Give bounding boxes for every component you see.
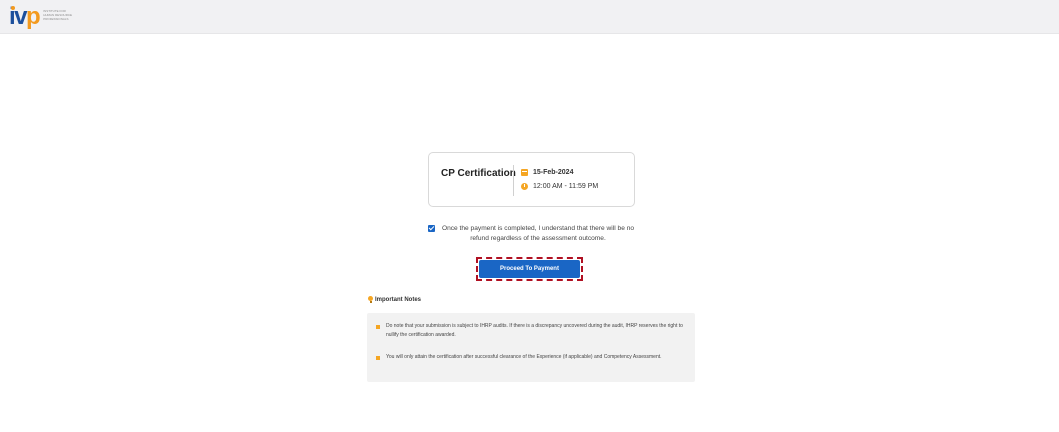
event-title: CP Certification: [441, 168, 516, 179]
note-bullet: [376, 355, 380, 360]
event-time-row: 12:00 AM - 11:59 PM: [521, 183, 598, 190]
proceed-to-payment-button[interactable]: Proceed To Payment: [479, 260, 580, 278]
important-notes-box: Do note that your submission is subject …: [367, 313, 695, 382]
top-header: ivp INSTITUTE FOR HUMAN RESOURCE PROFESS…: [0, 0, 1059, 34]
agreement-checkbox[interactable]: [428, 225, 435, 232]
important-notes-heading: Important Notes: [368, 296, 421, 303]
event-date: 15-Feb-2024: [533, 169, 574, 176]
note-item: Do note that your submission is subject …: [376, 322, 688, 340]
ihrp-logo[interactable]: ivp INSTITUTE FOR HUMAN RESOURCE PROFESS…: [9, 3, 72, 30]
event-card: CP Certification 15-Feb-2024 12:00 AM - …: [428, 152, 635, 207]
event-divider: [513, 165, 514, 196]
calendar-icon: [521, 169, 528, 176]
event-date-row: 15-Feb-2024: [521, 169, 573, 176]
logo-text-line: PROFESSIONALS: [43, 16, 69, 21]
note-text: Do note that your submission is subject …: [386, 323, 683, 338]
refund-agreement: Once the payment is completed, I underst…: [428, 224, 638, 243]
logo-dot: [11, 6, 15, 10]
note-item: You will only attain the certification a…: [376, 353, 688, 362]
clock-icon: [521, 183, 528, 190]
proceed-button-highlight: Proceed To Payment: [476, 257, 583, 281]
event-time: 12:00 AM - 11:59 PM: [533, 183, 599, 190]
page: ivp INSTITUTE FOR HUMAN RESOURCE PROFESS…: [0, 0, 1059, 432]
logo-mark-right: p: [26, 3, 41, 30]
lightbulb-icon: [368, 296, 373, 303]
note-text: You will only attain the certification a…: [386, 354, 662, 360]
important-notes-title: Important Notes: [375, 296, 422, 303]
agreement-text: Once the payment is completed, I underst…: [441, 225, 635, 242]
logo-text: INSTITUTE FOR HUMAN RESOURCE PROFESSIONA…: [43, 9, 72, 21]
note-bullet: [376, 324, 380, 329]
